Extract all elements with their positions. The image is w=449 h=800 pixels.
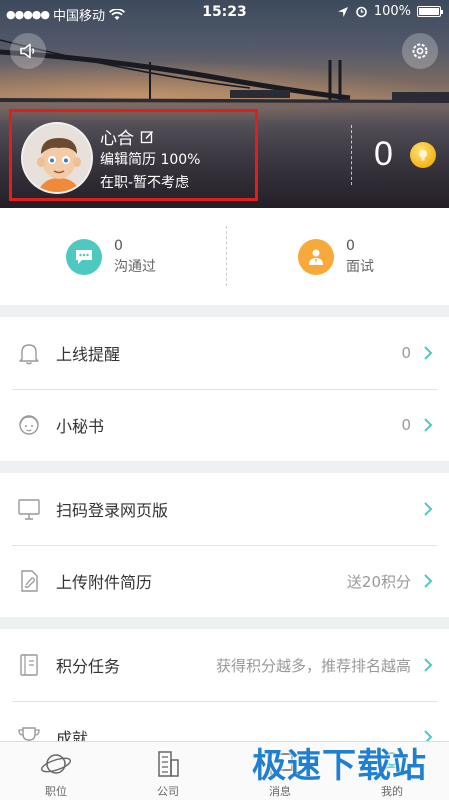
speaker-icon [20,43,35,59]
stat-count: 0 [114,238,123,254]
cartoon-avatar-icon [23,124,91,192]
alarm-icon [356,6,367,18]
tab-companies[interactable]: 公司 [112,742,224,800]
battery-percent: 100% [373,4,411,19]
menu-item-value: 0 [401,344,411,362]
attachment-icon [21,570,38,592]
menu-group-notifications: 上线提醒 0 小秘书 0 [0,317,449,461]
profile-name-row: 心合 [100,124,154,149]
avatar[interactable] [21,122,93,194]
header-divider [351,125,352,185]
stat-interview[interactable]: 0 面试 [298,238,374,276]
chevron-right-icon [424,658,433,672]
profile-name: 心合 [100,129,134,149]
menu-item-label: 上线提醒 [56,345,121,364]
speaker-button[interactable] [10,33,46,69]
tab-label: 职位 [45,785,67,798]
battery-fill [419,8,439,15]
menu-item-scan-login[interactable]: 扫码登录网页版 [0,473,449,545]
chevron-right-icon [424,418,433,432]
tab-label: 公司 [157,785,179,798]
menu-item-upload-resume[interactable]: 上传附件简历 送20积分 [0,545,449,617]
chat-icon [66,239,102,275]
stat-count: 0 [346,238,355,254]
menu-item-points-tasks[interactable]: 积分任务 获得积分越多，推荐排名越高 [0,629,449,701]
secretary-icon [19,415,39,435]
menu-item-label: 小秘书 [56,417,105,436]
coin-icon[interactable] [410,142,436,168]
profile-page: ●●●●● 中国移动 15:23 100% 心合 编辑简历 100% 在职-暂不… [0,0,449,800]
menu-item-label: 积分任务 [56,657,121,676]
planet-icon [40,754,72,774]
chevron-right-icon [424,502,433,516]
chevron-right-icon [424,574,433,588]
menu-item-label: 扫码登录网页版 [56,501,169,520]
menu-item-value: 获得积分越多，推荐排名越高 [215,656,411,675]
stat-label: 沟通过 [114,259,156,275]
status-bar: ●●●●● 中国移动 15:23 100% [0,0,449,26]
stats-panel: 0 沟通过 0 面试 [0,208,449,305]
settings-button[interactable] [402,33,438,69]
menu-item-secretary[interactable]: 小秘书 0 [0,389,449,461]
gear-icon [412,43,428,59]
chevron-right-icon [424,346,433,360]
menu-item-value: 0 [401,416,411,434]
monitor-icon [18,499,40,520]
watermark-text: 极速下载站 [252,746,427,786]
interview-person-icon [298,239,334,275]
menu-group-tools: 扫码登录网页版 上传附件简历 送20积分 [0,473,449,617]
bell-icon [19,344,39,365]
menu-item-label: 上传附件简历 [56,573,153,592]
profile-header: ●●●●● 中国移动 15:23 100% 心合 编辑简历 100% 在职-暂不… [0,0,449,208]
resume-progress: 编辑简历 100% [100,152,201,168]
coin-count[interactable]: 0 [374,135,393,174]
battery-icon [417,6,443,17]
building-icon [158,751,179,777]
stat-communicated[interactable]: 0 沟通过 [66,238,156,276]
task-book-icon [20,654,38,676]
job-status: 在职-暂不考虑 [100,175,190,191]
edit-icon[interactable] [140,130,154,144]
coin-bulb-icon [419,150,427,161]
location-arrow-icon [337,6,348,17]
tab-jobs[interactable]: 职位 [0,742,112,800]
stat-label: 面试 [346,259,374,275]
menu-item-online-reminder[interactable]: 上线提醒 0 [0,317,449,389]
menu-item-value: 送20积分 [346,572,411,591]
profile-card[interactable]: 心合 编辑简历 100% 在职-暂不考虑 [9,109,258,201]
stats-divider [226,226,227,286]
